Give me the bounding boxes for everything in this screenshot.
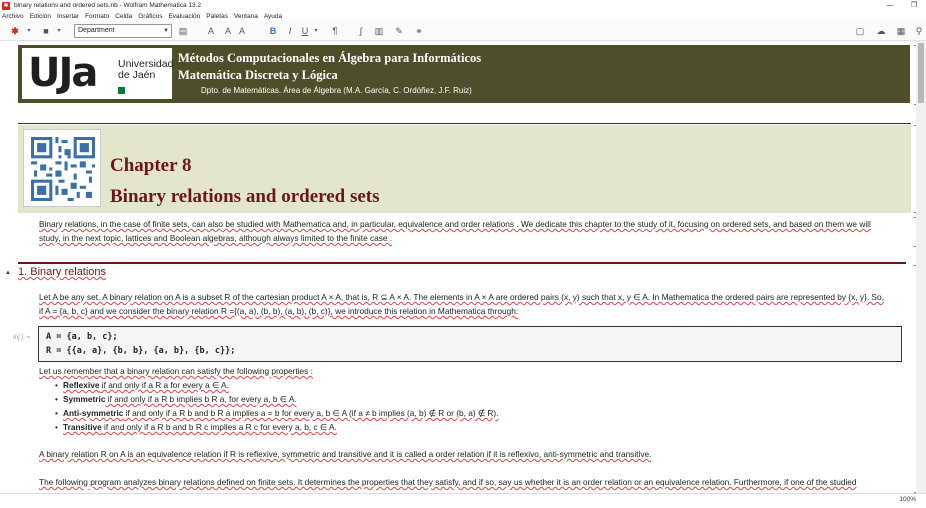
qr-code-icon — [23, 129, 101, 207]
italic-button[interactable]: I — [284, 24, 296, 38]
header-banner: UJa Universidad de Jaén Métodos Computac… — [18, 45, 910, 103]
property-name: Anti-symmetric — [63, 408, 124, 418]
text-size-icon[interactable]: A — [204, 24, 218, 38]
intro-paragraph[interactable]: Binary relations, in the case of finite … — [39, 217, 909, 245]
mathematica-icon: ✱ — [2, 1, 10, 10]
cell-style-value: Department — [78, 27, 115, 34]
list-item: • Transitive if and only if a R b and b R… — [55, 420, 499, 434]
input-cell[interactable]: A = {a, b, c}; R = {{a, a}, {b, b}, {a, … — [38, 326, 902, 362]
property-text: if and only if a R b and b R a implies a… — [123, 408, 499, 418]
input-label: In[ ] := — [13, 335, 30, 341]
property-name: Symmetric — [63, 394, 106, 404]
menu-insertar[interactable]: Insertar — [57, 13, 79, 20]
chevron-down-icon[interactable]: ▾ — [312, 24, 320, 38]
menu-celda[interactable]: Celda — [115, 13, 132, 20]
zoom-level[interactable]: 100% — [899, 496, 916, 503]
logo-line-2: de Jaén — [118, 69, 156, 81]
equivalence-paragraph[interactable]: A binary relation R on A is an equivalen… — [39, 447, 909, 461]
property-name: Transitive — [63, 422, 102, 432]
table-icon[interactable]: ▦ — [894, 24, 908, 38]
property-text: if and only if a R b implies b R a, for … — [105, 394, 297, 404]
chevron-down-icon[interactable]: ▾ — [54, 24, 64, 38]
code-line-2: R = {{a, a}, {b, b}, {a, b}, {b, c}}; — [46, 346, 236, 356]
text-size-up-icon[interactable]: A — [222, 24, 234, 38]
chapter-number: Chapter 8 — [110, 155, 192, 176]
evaluate-icon[interactable]: ✱ — [8, 24, 22, 38]
chevron-down-icon[interactable]: ▾ — [24, 24, 34, 38]
menu-edicion[interactable]: Edición — [30, 13, 51, 20]
bullet-icon: • — [55, 408, 58, 418]
definition-line-2: if A = {a, b, c} and we consider the bin… — [39, 306, 519, 316]
menu-evaluacion[interactable]: Evaluación — [168, 13, 200, 20]
qr-code-graphic — [31, 137, 95, 201]
property-name: Reflexive — [63, 380, 100, 390]
chapter-title: Binary relations and ordered sets — [110, 186, 380, 207]
program-paragraph[interactable]: The following program analyzes binary re… — [39, 475, 909, 489]
minimize-icon[interactable]: — — [878, 0, 902, 11]
menu-graficos[interactable]: Gráficos — [138, 13, 162, 20]
intro-line-1: Binary relations, in the case of finite … — [39, 219, 871, 229]
chat-icon[interactable]: ▢ — [853, 24, 867, 38]
menu-archivo[interactable]: Archivo — [2, 13, 24, 20]
cell-bracket-icon[interactable]: ▤ — [176, 24, 190, 38]
chapter-header: Chapter 8 Binary relations and ordered s… — [18, 125, 911, 213]
cloud-icon[interactable]: ☁ — [874, 24, 888, 38]
menu-paletas[interactable]: Paletas — [206, 13, 228, 20]
code-line-1: A = {a, b, c}; — [46, 332, 118, 342]
scrollbar-thumb[interactable] — [918, 43, 924, 103]
menu-bar: Archivo Edición Insertar Formato Celda G… — [0, 11, 926, 21]
fraction-icon[interactable]: ▥ — [372, 24, 386, 38]
course-subtitle: Matemática Discreta y Lógica — [178, 68, 338, 82]
menu-ventana[interactable]: Ventana — [234, 13, 258, 20]
toolbar: ✱ ▾ ■ ▾ Department ▼ ▤ A A A B I U ▾ ¶ ∫… — [0, 21, 926, 41]
bullet-icon: • — [55, 422, 58, 432]
window-title: binary relations and ordered sets.nb - W… — [14, 2, 202, 9]
logo-mark: UJa — [28, 50, 98, 96]
list-item: • Symmetric if and only if a R b implies … — [55, 392, 499, 406]
link-icon[interactable]: ⚭ — [412, 24, 426, 38]
align-icon[interactable]: ¶ — [328, 24, 342, 38]
definition-line-1: Let A be any set. A binary relation on A… — [39, 292, 884, 302]
properties-intro[interactable]: Let us remember that a binary relation c… — [39, 364, 909, 378]
list-item: • Anti-symmetric if and only if a R b and… — [55, 406, 499, 420]
definition-paragraph[interactable]: Let A be any set. A binary relation on A… — [39, 290, 909, 318]
chevron-down-icon: ▼ — [163, 28, 169, 34]
underline-button[interactable]: U — [299, 24, 311, 38]
department-line: Dpto. de Matemáticas. Área de Álgebra (M… — [201, 86, 472, 95]
divider — [18, 123, 911, 124]
bullet-icon: • — [55, 380, 58, 390]
bold-button[interactable]: B — [267, 24, 279, 38]
collapse-arrow-icon[interactable]: ▲ — [5, 270, 11, 276]
logo-square — [118, 87, 125, 94]
bullet-icon: • — [55, 394, 58, 404]
logo-text: Universidad de Jaén — [118, 59, 173, 81]
list-item: • Reflexive if and only if a R a for ever… — [55, 378, 499, 392]
stop-icon[interactable]: ■ — [40, 24, 52, 38]
math-icon[interactable]: ∫ — [354, 24, 368, 38]
notebook-area[interactable]: UJa Universidad de Jaén Métodos Computac… — [0, 41, 916, 493]
status-bar: 100% — [0, 493, 926, 508]
search-icon[interactable]: ⚲ — [912, 24, 926, 38]
property-text: if and only if a R b and b R c implies a… — [101, 422, 337, 432]
cell-style-select[interactable]: Department ▼ — [74, 24, 172, 38]
text-color-icon[interactable]: A — [236, 24, 248, 38]
properties-list: • Reflexive if and only if a R a for ever… — [55, 378, 499, 434]
section-title[interactable]: 1. Binary relations — [18, 266, 106, 278]
restore-icon[interactable]: ❐ — [902, 0, 926, 11]
property-text: if and only if a R a for every a ∈ A. — [99, 380, 229, 390]
pen-icon[interactable]: ✎ — [392, 24, 406, 38]
vertical-scrollbar[interactable] — [916, 41, 926, 493]
menu-ayuda[interactable]: Ayuda — [264, 13, 282, 20]
university-logo: UJa Universidad de Jaén — [22, 48, 173, 99]
course-title: Métodos Computacionales en Álgebra para … — [178, 51, 482, 65]
menu-formato[interactable]: Formato — [85, 13, 109, 20]
section-divider — [18, 262, 906, 264]
title-bar: ✱ binary relations and ordered sets.nb -… — [0, 0, 926, 11]
intro-line-2: study, in the next topic, lattices and B… — [39, 233, 393, 243]
